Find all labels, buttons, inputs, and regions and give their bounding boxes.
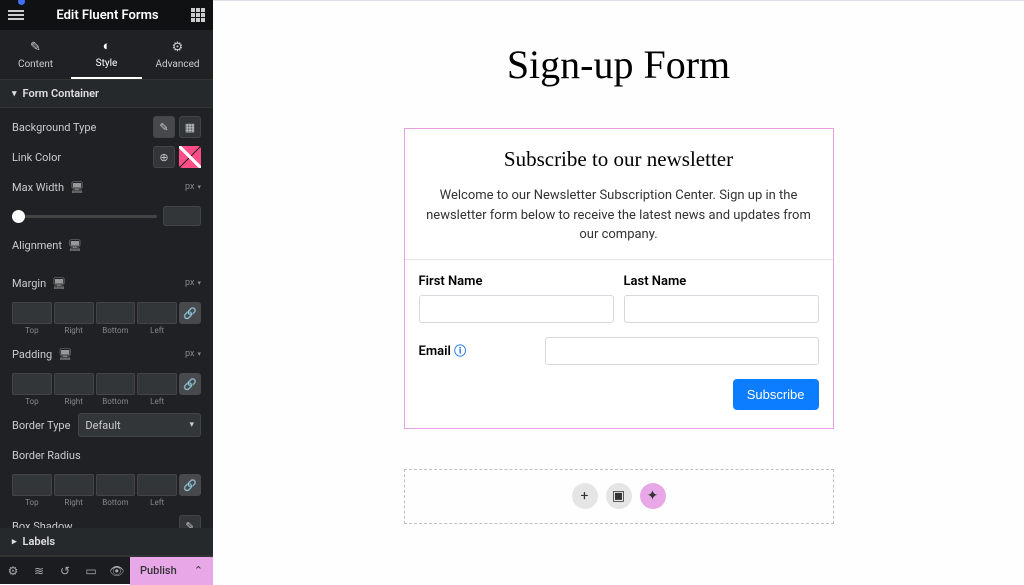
padding-inputs: Top Right Bottom Left 🔗 [12, 373, 201, 406]
globe-icon[interactable]: ⊕ [153, 146, 175, 168]
margin-left[interactable] [137, 302, 177, 324]
last-name-input[interactable] [624, 295, 819, 323]
slider-thumb[interactable] [12, 210, 25, 223]
canvas[interactable]: Sign-up Form Subscribe to our newsletter… [213, 0, 1024, 584]
chevron-up-icon: ⌃ [194, 564, 203, 577]
label-link-color: Link Color [12, 151, 61, 164]
margin-right[interactable] [54, 302, 94, 324]
label-box-shadow: Box Shadow [12, 520, 73, 529]
radius-bottom[interactable] [96, 474, 136, 496]
bg-classic-button[interactable]: ✎ [153, 116, 175, 138]
responsive-icon[interactable]: ▭ [78, 557, 104, 585]
unit-selector[interactable]: px [185, 278, 201, 288]
first-name-input[interactable] [419, 295, 614, 323]
tab-advanced[interactable]: ⚙Advanced [142, 30, 213, 79]
add-section[interactable]: + ▣ ✦ [404, 469, 834, 524]
label-last-name: Last Name [624, 274, 819, 289]
menu-icon[interactable] [8, 10, 24, 20]
link-icon[interactable]: 🔗 [179, 474, 201, 496]
preview-icon[interactable]: 👁 [104, 557, 130, 585]
link-icon[interactable]: 🔗 [179, 302, 201, 324]
padding-right[interactable] [54, 373, 94, 395]
publish-button[interactable]: Publish⌃ [130, 557, 213, 585]
radius-left[interactable] [137, 474, 177, 496]
box-shadow-edit[interactable]: ✎ [179, 515, 201, 528]
label-alignment: Alignment🖥 [12, 239, 82, 252]
panel-title: Edit Fluent Forms [56, 8, 158, 23]
padding-left[interactable] [137, 373, 177, 395]
label-border-type: Border Type [12, 419, 70, 432]
label-email: Email ⓘ [419, 342, 539, 359]
panel-footer: ⚙ ≋ ↺ ▭ 👁 Publish⌃ [0, 556, 213, 584]
radius-right[interactable] [54, 474, 94, 496]
template-library-button[interactable]: ▣ [606, 483, 632, 509]
margin-bottom[interactable] [96, 302, 136, 324]
contrast-icon: ◐ [103, 38, 111, 54]
notification-dot [18, 0, 25, 5]
form-title: Subscribe to our newsletter [421, 147, 817, 172]
max-width-slider[interactable] [12, 215, 157, 218]
navigator-icon[interactable]: ≋ [26, 557, 52, 585]
label-margin: Margin🖥 [12, 277, 66, 290]
margin-inputs: Top Right Bottom Left 🔗 [12, 302, 201, 335]
radius-top[interactable] [12, 474, 52, 496]
info-icon[interactable]: ⓘ [454, 344, 466, 358]
bg-gradient-button[interactable]: ▦ [179, 116, 201, 138]
editor-panel: Edit Fluent Forms ✎Content ◐Style ⚙Advan… [0, 0, 213, 584]
link-icon[interactable]: 🔗 [179, 373, 201, 395]
panel-header: Edit Fluent Forms [0, 0, 213, 30]
pencil-icon: ✎ [30, 40, 41, 55]
desktop-icon[interactable]: 🖥 [68, 239, 82, 252]
link-color-swatch[interactable] [179, 146, 201, 168]
gear-icon: ⚙ [172, 40, 184, 55]
desktop-icon[interactable]: 🖥 [58, 348, 72, 361]
label-max-width: Max Width🖥 [12, 181, 84, 194]
form-widget[interactable]: Subscribe to our newsletter Welcome to o… [404, 128, 834, 429]
subscribe-button[interactable]: Subscribe [733, 379, 819, 410]
unit-selector[interactable]: px [185, 182, 201, 192]
border-radius-inputs: Top Right Bottom Left 🔗 [12, 474, 201, 507]
desktop-icon[interactable]: 🖥 [52, 277, 66, 290]
label-background-type: Background Type [12, 121, 96, 134]
label-border-radius: Border Radius [12, 449, 81, 462]
border-type-select[interactable]: Default [78, 413, 201, 437]
label-first-name: First Name [419, 274, 614, 289]
controls-form-container: Background Type ✎ ▦ Link Color ⊕ Max Wid… [0, 108, 213, 528]
add-section-button[interactable]: + [572, 483, 598, 509]
section-labels[interactable]: Labels [0, 528, 213, 556]
padding-bottom[interactable] [96, 373, 136, 395]
padding-top[interactable] [12, 373, 52, 395]
max-width-input[interactable] [163, 206, 201, 226]
widgets-icon[interactable] [191, 8, 205, 22]
page-title: Sign-up Form [507, 41, 730, 88]
tab-content[interactable]: ✎Content [0, 30, 71, 79]
label-padding: Padding🖥 [12, 348, 72, 361]
settings-icon[interactable]: ⚙ [0, 557, 26, 585]
unit-selector[interactable]: px [185, 349, 201, 359]
form-description: Welcome to our Newsletter Subscription C… [421, 186, 817, 245]
margin-top[interactable] [12, 302, 52, 324]
panel-tabs: ✎Content ◐Style ⚙Advanced [0, 30, 213, 80]
history-icon[interactable]: ↺ [52, 557, 78, 585]
email-input[interactable] [545, 337, 819, 365]
section-form-container[interactable]: Form Container [0, 80, 213, 108]
tab-style[interactable]: ◐Style [71, 30, 142, 79]
ai-button[interactable]: ✦ [640, 483, 666, 509]
desktop-icon[interactable]: 🖥 [70, 181, 84, 194]
